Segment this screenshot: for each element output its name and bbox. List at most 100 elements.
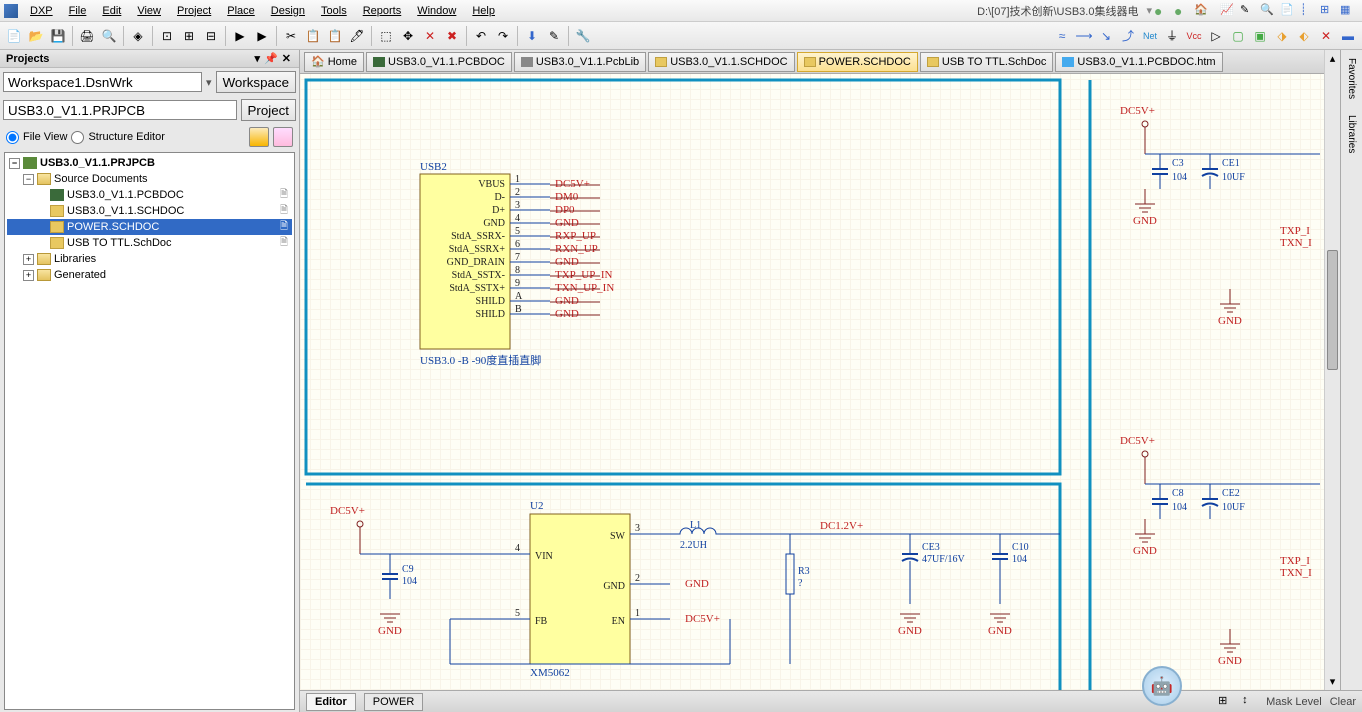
nav-fwd-icon[interactable]: ● — [1174, 3, 1190, 19]
tree-libraries[interactable]: +Libraries — [7, 251, 292, 267]
grid-icon[interactable]: ⊞ — [1320, 3, 1336, 19]
tree-root[interactable]: −USB3.0_V1.1.PRJPCB — [7, 155, 292, 171]
fileview-radio[interactable] — [6, 131, 19, 144]
probe-icon[interactable]: ⤴ — [1118, 26, 1138, 46]
tree-doc-power[interactable]: POWER.SCHDOC🗎 — [7, 219, 292, 235]
favorites-tab[interactable]: Favorites — [1344, 50, 1359, 107]
zoomarea-icon[interactable]: ⊞ — [179, 26, 199, 46]
nav-back-icon[interactable]: ● — [1154, 3, 1170, 19]
doc-icon[interactable]: 📄 — [1280, 3, 1296, 19]
layers-icon[interactable]: ◈ — [128, 26, 148, 46]
tab-pcbdoc[interactable]: USB3.0_V1.1.PCBDOC — [366, 52, 512, 72]
menu-design[interactable]: Design — [263, 3, 313, 19]
move-icon[interactable]: ✥ — [398, 26, 418, 46]
port2-icon[interactable]: ⬖ — [1294, 26, 1314, 46]
workspace-button[interactable]: Workspace — [216, 71, 296, 93]
editor-tab[interactable]: Editor — [306, 693, 356, 711]
menu-file[interactable]: File — [61, 3, 95, 19]
menu-window[interactable]: Window — [409, 3, 464, 19]
libraries-tab[interactable]: Libraries — [1344, 107, 1359, 161]
nav-icon[interactable]: ⊞ — [1218, 694, 1234, 710]
tab-schdoc[interactable]: USB3.0_V1.1.SCHDOC — [648, 52, 794, 72]
menu-place[interactable]: Place — [219, 3, 263, 19]
hierarchy2-icon[interactable]: ✎ — [544, 26, 564, 46]
open-icon[interactable]: 📂 — [26, 26, 46, 46]
menu-tools[interactable]: Tools — [313, 3, 355, 19]
updown-icon[interactable]: ↕ — [1242, 694, 1258, 710]
align-icon[interactable]: ┊ — [1300, 3, 1316, 19]
zoom-icon[interactable]: 🔍 — [1260, 3, 1276, 19]
sheetent-icon[interactable]: ▣ — [1250, 26, 1270, 46]
tab-usbttl[interactable]: USB TO TTL.SchDoc — [920, 52, 1054, 72]
paste-icon[interactable]: 📋 — [325, 26, 345, 46]
busent-icon[interactable]: ↘ — [1096, 26, 1116, 46]
port-icon[interactable]: ⬗ — [1272, 26, 1292, 46]
menu-edit[interactable]: Edit — [94, 3, 129, 19]
menu-dxp[interactable]: DXP — [22, 3, 61, 19]
cut-icon[interactable]: ✂ — [281, 26, 301, 46]
project-button[interactable]: Project — [241, 99, 296, 121]
print-icon[interactable]: 🖨 — [77, 26, 97, 46]
harness-icon[interactable]: ▬ — [1338, 26, 1358, 46]
zoomsel-icon[interactable]: ⊟ — [201, 26, 221, 46]
pin-icon[interactable]: 📌 — [264, 52, 278, 65]
tab-htm[interactable]: USB3.0_V1.1.PCBDOC.htm — [1055, 52, 1222, 72]
close-icon[interactable]: ✕ — [282, 52, 291, 65]
tree-generated[interactable]: +Generated — [7, 267, 292, 283]
menu-reports[interactable]: Reports — [355, 3, 410, 19]
chart-icon[interactable]: 📈 — [1220, 3, 1236, 19]
menu-help[interactable]: Help — [464, 3, 503, 19]
preview-icon[interactable]: 🔍 — [99, 26, 119, 46]
wire-icon[interactable]: ≈ — [1052, 26, 1072, 46]
sheet-icon[interactable]: ▢ — [1228, 26, 1248, 46]
browse-icon[interactable]: 🔧 — [573, 26, 593, 46]
refresh-icon[interactable] — [249, 127, 269, 147]
part-icon[interactable]: ▷ — [1206, 26, 1226, 46]
assistant-avatar-icon[interactable]: 🤖 — [1142, 666, 1182, 706]
copy-icon[interactable]: 📋 — [303, 26, 323, 46]
stamp-icon[interactable]: 🖊 — [347, 26, 367, 46]
scrollbar-thumb[interactable] — [1327, 250, 1338, 370]
grid2-icon[interactable]: ▦ — [1340, 3, 1356, 19]
bus-icon[interactable]: ⟶ — [1074, 26, 1094, 46]
menu-view[interactable]: View — [129, 3, 169, 19]
redo-icon[interactable]: ↷ — [493, 26, 513, 46]
tree-doc-pcbdoc[interactable]: USB3.0_V1.1.PCBDOC🗎 — [7, 187, 292, 203]
compile2-icon[interactable]: ▶ — [252, 26, 272, 46]
dropdown-icon[interactable]: ▾ — [255, 52, 261, 65]
noberc-icon[interactable]: ✕ — [1316, 26, 1336, 46]
home-icon[interactable]: 🏠 — [1194, 3, 1210, 19]
structeditor-radio[interactable] — [71, 131, 84, 144]
schematic-canvas[interactable]: USB2 VBUS1DC5V+D-2DM0D+3DP0GND4GNDStdA_S… — [300, 74, 1362, 690]
menu-project[interactable]: Project — [169, 3, 219, 19]
workspace-input[interactable] — [3, 72, 202, 92]
options-icon[interactable] — [273, 127, 293, 147]
clear-icon[interactable]: ✖ — [442, 26, 462, 46]
tree-source-docs[interactable]: −Source Documents — [7, 171, 292, 187]
save-icon[interactable]: 💾 — [48, 26, 68, 46]
mask-level-button[interactable]: Mask Level — [1266, 696, 1322, 708]
pencil-icon[interactable]: ✎ — [1240, 3, 1256, 19]
vcc-icon[interactable]: Vcc — [1184, 26, 1204, 46]
tree-doc-usbttl[interactable]: USB TO TTL.SchDoc🗎 — [7, 235, 292, 251]
hierarchy-icon[interactable]: ⬇ — [522, 26, 542, 46]
select-icon[interactable]: ⬚ — [376, 26, 396, 46]
power-tab[interactable]: POWER — [364, 693, 424, 711]
compile-icon[interactable]: ▶ — [230, 26, 250, 46]
tab-pcblib[interactable]: USB3.0_V1.1.PcbLib — [514, 52, 646, 72]
project-input[interactable] — [3, 100, 237, 120]
home-tab[interactable]: 🏠Home — [304, 52, 364, 72]
netlabel-icon[interactable]: Net — [1140, 26, 1160, 46]
gnd-icon[interactable]: ⏚ — [1162, 26, 1182, 46]
r3-value: ? — [798, 578, 803, 589]
zoomfit-icon[interactable]: ⊡ — [157, 26, 177, 46]
clear-button[interactable]: Clear — [1330, 696, 1356, 708]
undo-icon[interactable]: ↶ — [471, 26, 491, 46]
vertical-scrollbar[interactable]: ▴ ▾ — [1324, 50, 1340, 690]
deselect-icon[interactable]: ✕ — [420, 26, 440, 46]
open-file-path[interactable]: D:\[07]技术创新\USB3.0集线器电 — [969, 3, 1146, 19]
c10-value: 104 — [1012, 554, 1027, 565]
tree-doc-schdoc[interactable]: USB3.0_V1.1.SCHDOC🗎 — [7, 203, 292, 219]
new-icon[interactable]: 📄 — [4, 26, 24, 46]
tab-power[interactable]: POWER.SCHDOC — [797, 52, 918, 72]
